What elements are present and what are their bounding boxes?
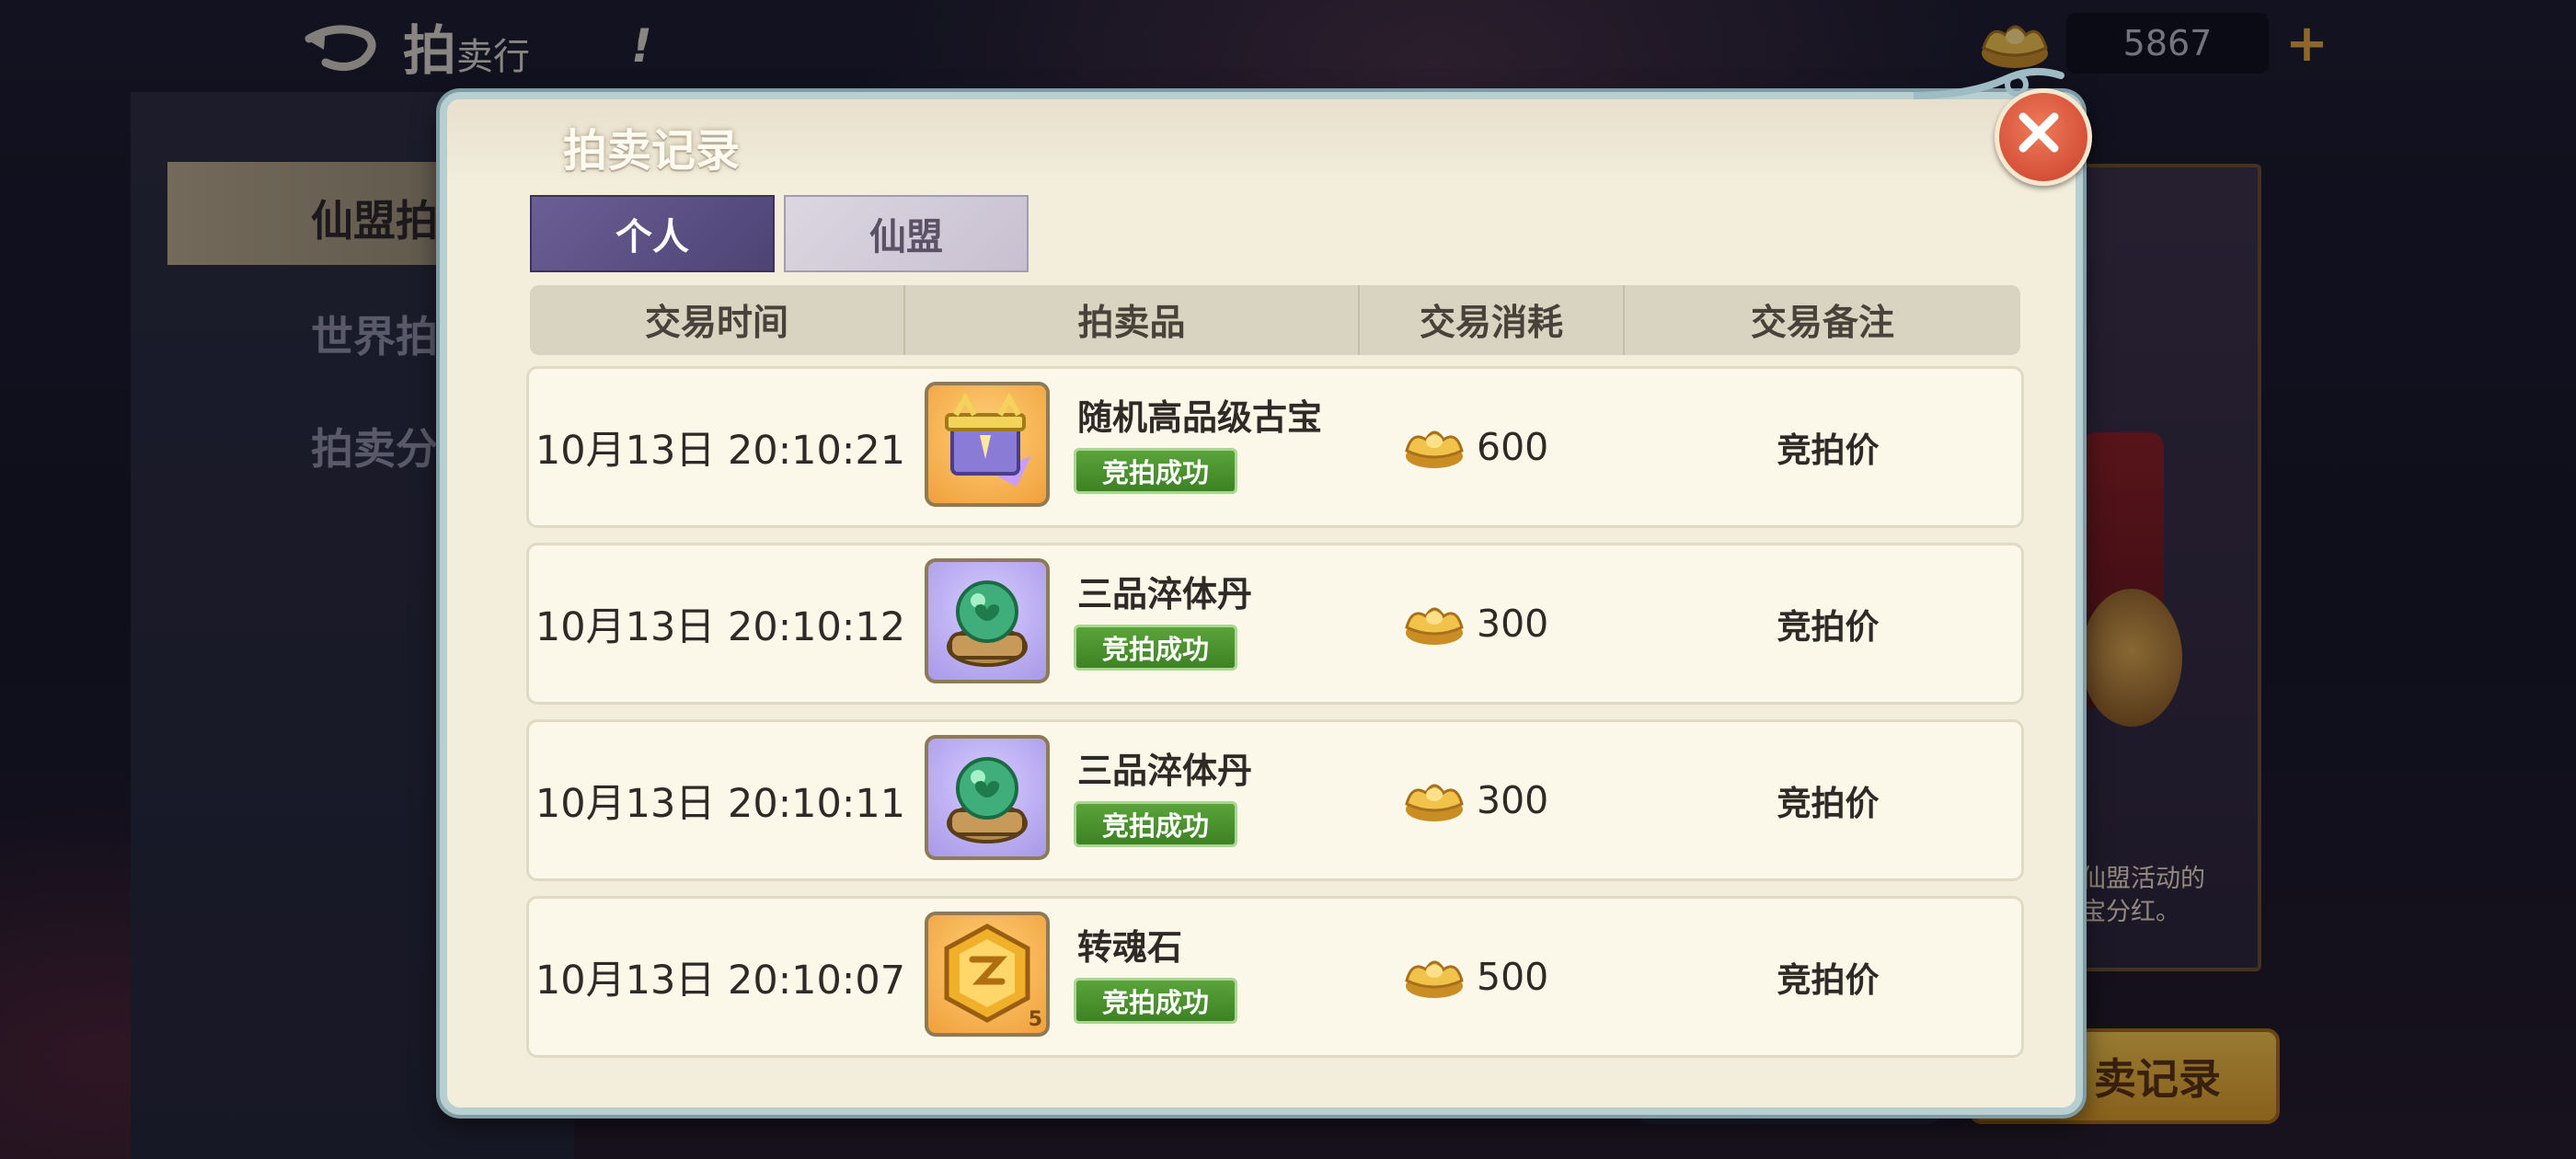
table-row: 10月13日 20:10:11 三品淬体丹 竞拍成功 300 竞拍价 [526,719,2024,881]
cost-value: 500 [1477,955,1549,999]
trade-time: 10月13日 20:10:21 [535,428,906,474]
trade-time: 10月13日 20:10:12 [535,604,906,650]
close-icon [2018,112,2059,153]
soul-stone-icon[interactable]: 5 [925,912,1050,1037]
trade-note: 竞拍价 [1777,607,1880,647]
trade-cost: 300 [1403,545,1548,702]
trade-time: 10月13日 20:10:11 [535,781,906,827]
gold-ingot-icon [1405,430,1464,468]
close-button[interactable] [1995,88,2092,186]
column-header-item: 拍卖品 [903,285,1358,355]
gold-ingot-icon [1405,960,1464,998]
table-row: 10月13日 20:10:21 随机高品级古宝 竞拍成功 600 竞拍价 [526,366,2024,528]
item-name: 三品淬体丹 [1077,574,1253,614]
table-header: 交易时间 拍卖品 交易消耗 交易备注 [530,285,2020,355]
column-header-time: 交易时间 [644,303,788,344]
trade-note: 竞拍价 [1777,960,1880,1000]
green-pill-icon[interactable] [925,735,1050,860]
trade-note: 竞拍价 [1777,784,1880,823]
cost-value: 600 [1477,425,1549,469]
table-row: 10月13日 20:10:07 5 转魂石 竞拍成功 500 竞拍价 [526,896,2024,1058]
tab-alliance[interactable]: 仙盟 [784,195,1029,272]
ancient-treasure-icon[interactable] [925,382,1050,507]
trade-note: 竞拍价 [1777,430,1880,470]
item-name: 随机高品级古宝 [1077,397,1323,438]
status-badge: 竞拍成功 [1074,625,1237,671]
status-badge: 竞拍成功 [1074,978,1237,1024]
record-list[interactable]: 10月13日 20:10:21 随机高品级古宝 竞拍成功 600 竞拍价 10月… [526,366,2024,1073]
status-badge: 竞拍成功 [1074,801,1237,847]
status-badge: 竞拍成功 [1074,448,1237,494]
stack-count: 5 [1028,1008,1042,1031]
cost-value: 300 [1477,602,1549,646]
item-name: 三品淬体丹 [1077,751,1253,791]
gold-ingot-icon [1405,607,1464,645]
green-pill-icon[interactable] [925,558,1050,683]
column-header-note: 交易备注 [1623,285,2020,355]
column-header-cost: 交易消耗 [1358,285,1623,355]
record-tabs: 个人 仙盟 [530,195,1029,272]
trade-cost: 600 [1403,369,1548,525]
item-name: 转魂石 [1077,927,1183,968]
trade-cost: 300 [1403,722,1548,878]
gold-ingot-icon [1405,784,1464,821]
cost-value: 300 [1477,778,1549,822]
table-row: 10月13日 20:10:12 三品淬体丹 竞拍成功 300 竞拍价 [526,543,2024,705]
tab-personal[interactable]: 个人 [530,195,775,272]
trade-cost: 500 [1403,899,1548,1055]
trade-time: 10月13日 20:10:07 [535,958,906,1004]
dialog-title: 拍卖记录 [563,125,741,177]
